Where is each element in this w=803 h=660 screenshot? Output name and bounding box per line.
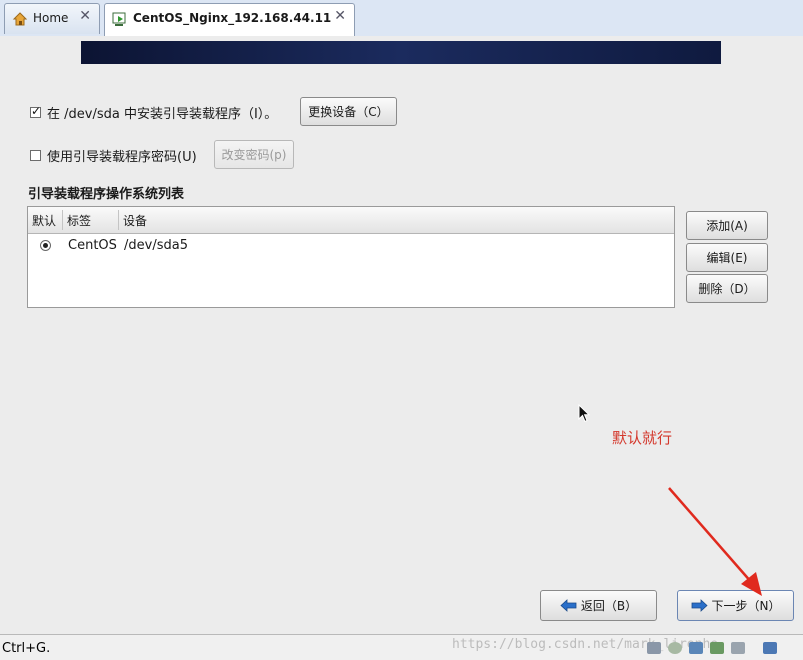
next-button-label: 下一步（N） bbox=[711, 599, 781, 613]
tab-centos-nginx[interactable]: CentOS_Nginx_192.168.44.11 ✕ bbox=[104, 3, 355, 36]
bootloader-password-row[interactable]: 使用引导装载程序密码(U) bbox=[30, 146, 197, 165]
mouse-cursor-icon bbox=[578, 403, 591, 427]
column-header-label[interactable]: 标签 bbox=[67, 212, 91, 229]
table-row[interactable]: CentOS /dev/sda5 bbox=[28, 235, 674, 257]
next-button[interactable]: 下一步（N） bbox=[677, 590, 794, 621]
os-label-cell: CentOS bbox=[68, 238, 117, 253]
status-text: Ctrl+G. bbox=[2, 641, 51, 656]
back-button-label: 返回（B） bbox=[580, 599, 638, 613]
tab-centos-label: CentOS_Nginx_192.168.44.11 bbox=[133, 11, 332, 25]
os-list-title: 引导装载程序操作系统列表 bbox=[28, 187, 185, 202]
annotation-text: 默认就行 bbox=[612, 429, 673, 447]
close-icon[interactable]: ✕ bbox=[79, 8, 91, 24]
arrow-left-icon bbox=[560, 599, 577, 612]
bootloader-password-label: 使用引导装载程序密码(U) bbox=[47, 150, 197, 165]
tab-home-label: Home bbox=[33, 11, 69, 25]
arrow-right-icon bbox=[691, 599, 708, 612]
network-icon[interactable] bbox=[689, 642, 703, 654]
column-divider bbox=[118, 210, 119, 230]
back-button[interactable]: 返回（B） bbox=[540, 590, 657, 621]
column-divider bbox=[62, 210, 63, 230]
install-bootloader-checkbox[interactable] bbox=[30, 104, 41, 118]
status-bar: Ctrl+G. https://blog.csdn.net/mark_liren… bbox=[0, 634, 803, 660]
bootloader-password-checkbox[interactable] bbox=[30, 150, 41, 161]
table-header: 默认 标签 设备 bbox=[28, 207, 674, 234]
close-icon[interactable]: ✕ bbox=[334, 8, 346, 24]
edit-button[interactable]: 编辑(E) bbox=[686, 243, 768, 272]
install-bootloader-label: 在 /dev/sda 中安装引导装载程序（I）。 bbox=[47, 107, 278, 122]
vm-icon bbox=[112, 11, 128, 27]
delete-button[interactable]: 删除（D） bbox=[686, 274, 768, 303]
usb-icon[interactable] bbox=[710, 642, 724, 654]
default-radio[interactable] bbox=[40, 240, 51, 251]
hdd-icon[interactable] bbox=[647, 642, 661, 654]
os-list-table: 默认 标签 设备 CentOS /dev/sda5 bbox=[27, 206, 675, 308]
change-password-button[interactable]: 改变密码(p) bbox=[214, 140, 294, 169]
tab-home[interactable]: Home ✕ bbox=[4, 3, 100, 34]
column-header-device[interactable]: 设备 bbox=[123, 212, 147, 229]
cd-icon[interactable] bbox=[668, 642, 682, 654]
home-icon bbox=[12, 11, 28, 27]
message-icon[interactable] bbox=[763, 642, 777, 654]
os-device-cell: /dev/sda5 bbox=[124, 238, 188, 253]
column-header-default[interactable]: 默认 bbox=[32, 212, 56, 229]
add-button[interactable]: 添加(A) bbox=[686, 211, 768, 240]
installer-panel: 在 /dev/sda 中安装引导装载程序（I）。 更换设备（C） 使用引导装载程… bbox=[0, 36, 803, 634]
camera-icon[interactable] bbox=[731, 642, 745, 654]
change-device-button[interactable]: 更换设备（C） bbox=[300, 97, 397, 126]
install-bootloader-row[interactable]: 在 /dev/sda 中安装引导装载程序（I）。 bbox=[30, 103, 277, 122]
installer-banner bbox=[81, 41, 721, 64]
vm-tab-bar: Home ✕ CentOS_Nginx_192.168.44.11 ✕ bbox=[0, 0, 803, 37]
